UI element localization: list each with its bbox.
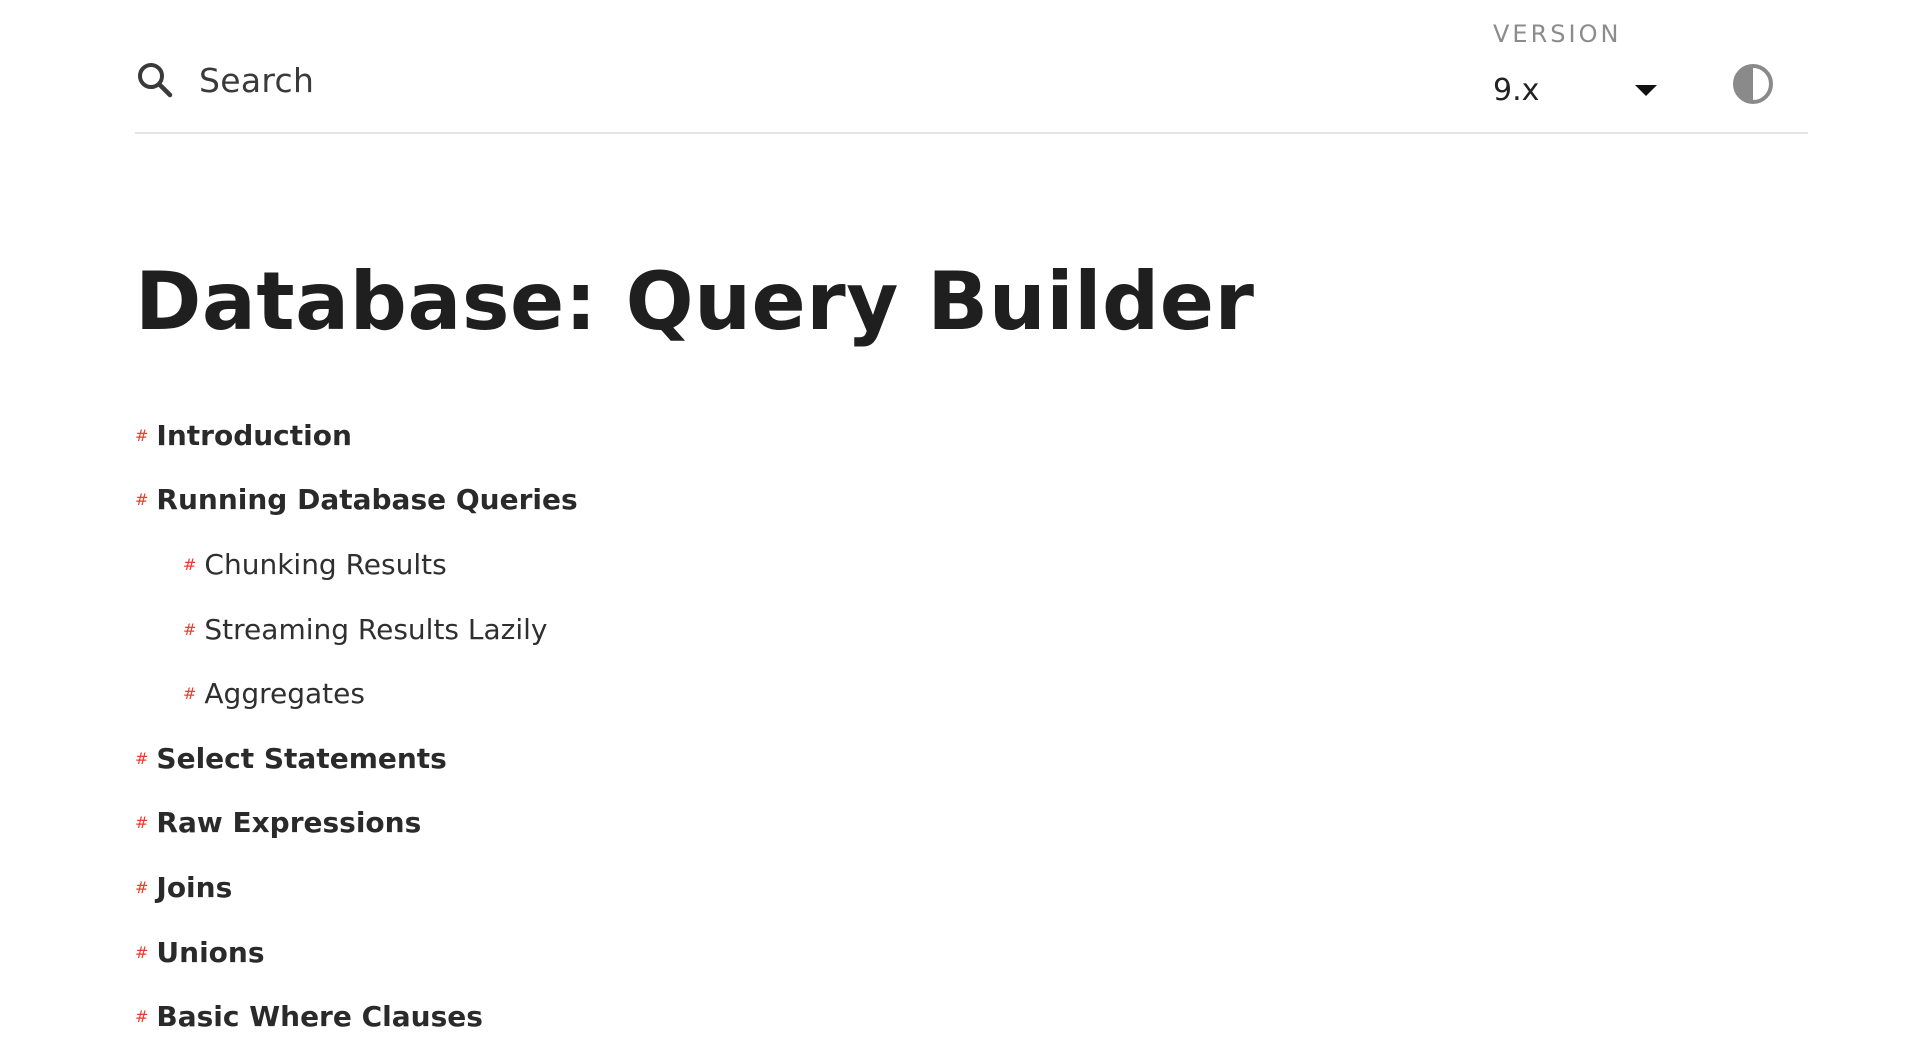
toc-item: # Joins	[135, 855, 578, 920]
top-header: Search VERSION 9.x	[135, 0, 1808, 134]
toc-anchor-hash[interactable]: #	[135, 490, 148, 509]
toc-item: # Raw Expressions	[135, 791, 578, 856]
page-title: Database: Query Builder	[135, 255, 1255, 348]
theme-toggle-button[interactable]	[1731, 62, 1775, 106]
version-label: VERSION	[1493, 20, 1622, 48]
toc-link[interactable]: Aggregates	[204, 677, 365, 710]
search-box[interactable]: Search	[135, 52, 314, 108]
toc-link[interactable]: Chunking Results	[204, 548, 446, 581]
toc-link[interactable]: Introduction	[156, 419, 352, 452]
toc-link[interactable]: Unions	[156, 936, 264, 969]
toc-link[interactable]: Basic Where Clauses	[156, 1000, 483, 1033]
toc-anchor-hash[interactable]: #	[183, 555, 196, 574]
table-of-contents: # Introduction # Running Database Queries # C…	[135, 403, 578, 1049]
toc-anchor-hash[interactable]: #	[135, 1007, 148, 1026]
toc-link[interactable]: Joins	[156, 871, 232, 904]
version-selected-value[interactable]: 9.x	[1493, 73, 1539, 108]
toc-item: # Basic Where Clauses	[135, 984, 578, 1049]
caret-down-icon[interactable]	[1635, 84, 1657, 96]
toc-item: # Chunking Results	[135, 532, 578, 597]
toc-item: # Aggregates	[135, 661, 578, 726]
toc-anchor-hash[interactable]: #	[135, 749, 148, 768]
version-select[interactable]: 9.x	[1493, 68, 1663, 112]
toc-anchor-hash[interactable]: #	[135, 426, 148, 445]
search-icon[interactable]	[135, 60, 175, 100]
toc-anchor-hash[interactable]: #	[135, 878, 148, 897]
toc-item: # Running Database Queries	[135, 468, 578, 533]
toc-item: # Select Statements	[135, 726, 578, 791]
toc-anchor-hash[interactable]: #	[135, 943, 148, 962]
toc-link[interactable]: Select Statements	[156, 742, 446, 775]
half-circle-contrast-icon[interactable]	[1731, 62, 1775, 106]
toc-link[interactable]: Running Database Queries	[156, 483, 577, 516]
toc-link[interactable]: Streaming Results Lazily	[204, 613, 547, 646]
search-input-placeholder[interactable]: Search	[199, 61, 314, 100]
toc-item: # Streaming Results Lazily	[135, 597, 578, 662]
toc-anchor-hash[interactable]: #	[183, 620, 196, 639]
toc-link[interactable]: Raw Expressions	[156, 806, 421, 839]
toc-anchor-hash[interactable]: #	[183, 684, 196, 703]
toc-item: # Introduction	[135, 403, 578, 468]
toc-anchor-hash[interactable]: #	[135, 813, 148, 832]
toc-item: # Unions	[135, 920, 578, 985]
